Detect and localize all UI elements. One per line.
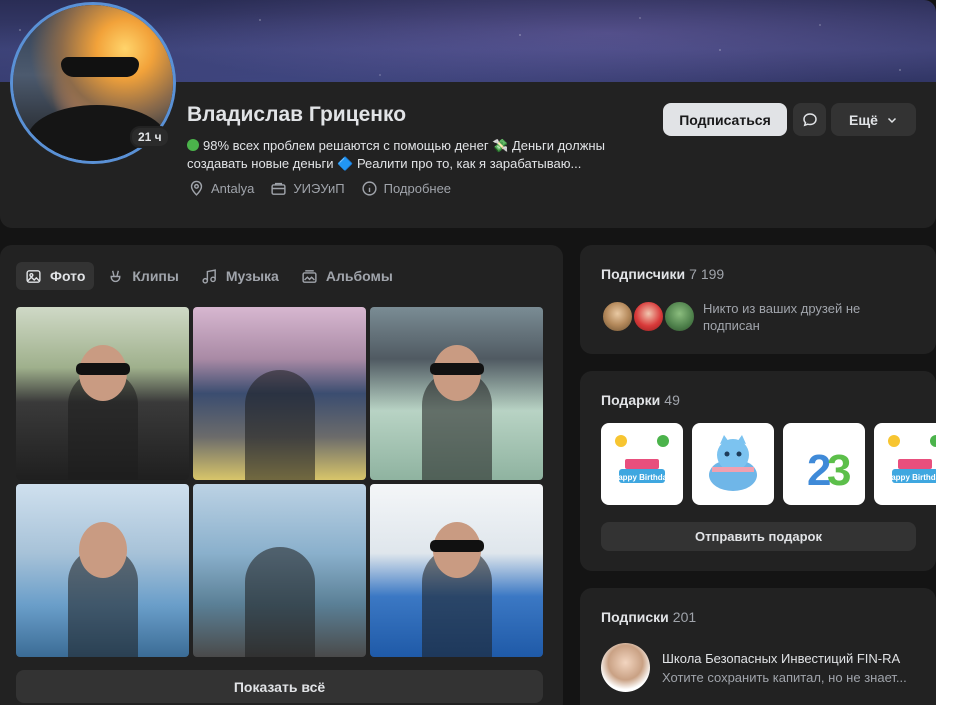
meta-more-label: Подробнее (383, 181, 452, 196)
gift-item-text: Happy Birthday (612, 473, 672, 482)
chat-bubble-icon (802, 112, 817, 126)
photo-grid (16, 307, 543, 657)
avatar[interactable] (601, 643, 650, 692)
subscription-name[interactable]: Школа Безопасных Инвестиций FIN-RA (662, 651, 917, 666)
followers-title-label: Подписчики (601, 266, 686, 282)
followers-title[interactable]: Подписчики 7 199 (601, 266, 724, 282)
subscriptions-card: Подписки 201 Школа Безопасных Инвестиций … (580, 588, 936, 705)
tab-clips-label: Клипы (132, 268, 179, 284)
avatar[interactable] (663, 300, 696, 333)
albums-icon (302, 269, 317, 283)
info-icon (362, 181, 377, 196)
more-button[interactable]: Ещё (831, 103, 916, 136)
gift-item[interactable]: 2 3 (783, 423, 865, 505)
tab-music[interactable]: Музыка (192, 262, 288, 290)
location-pin-icon (190, 180, 203, 196)
message-button[interactable] (793, 103, 826, 136)
media-tabs: Фото Клипы Музыка Альбомы (16, 262, 402, 290)
status-line-1: 98% всех проблем решаются с помощью дене… (203, 138, 605, 153)
online-badge: 21 ч (130, 126, 170, 148)
chevron-down-icon (887, 117, 896, 123)
subscriptions-title[interactable]: Подписки 201 (601, 609, 696, 625)
briefcase-icon (271, 182, 286, 195)
tab-photos[interactable]: Фото (16, 262, 95, 290)
gift-item[interactable]: Happy Birthday (601, 423, 683, 505)
page-gutter (936, 0, 974, 705)
blue-cat-icon (709, 435, 757, 491)
gift-item-text: Happy Birthday (885, 473, 936, 482)
birthday-cake-icon: Happy Birthday (885, 435, 936, 483)
meta-work[interactable]: УИЭУиП (270, 180, 345, 197)
number-23-icon: 2 3 (807, 446, 851, 495)
subscribe-button[interactable]: Подписаться (663, 103, 787, 136)
gift-item[interactable] (692, 423, 774, 505)
subscription-item[interactable]: Школа Безопасных Инвестиций FIN-RA Хотит… (601, 643, 917, 692)
tab-photos-label: Фото (50, 268, 86, 284)
meta-city[interactable]: Antalya (188, 180, 254, 197)
green-dot-icon (187, 139, 199, 151)
photo-glasses (429, 363, 484, 375)
photo-thumbnail[interactable] (370, 307, 543, 480)
birthday-cake-icon: Happy Birthday (612, 435, 672, 483)
clips-icon (110, 270, 121, 282)
tab-albums-label: Альбомы (325, 268, 393, 284)
show-all-button[interactable]: Показать всё (16, 670, 543, 703)
photo-figure (244, 370, 315, 480)
send-gift-button[interactable]: Отправить подарок (601, 522, 916, 551)
svg-text:3: 3 (827, 446, 851, 495)
photo-goggles (429, 540, 484, 552)
avatar-sunglasses (61, 57, 139, 77)
subscriptions-count: 201 (672, 609, 697, 625)
status-line-2: создавать новые деньги 🔷 Реалити про то,… (187, 156, 582, 171)
meta-more[interactable]: Подробнее (361, 180, 451, 197)
gifts-card: Подарки 49 Happy Birthday 2 3 Happy Birt… (580, 371, 936, 571)
avatar[interactable] (601, 300, 634, 333)
image-icon (26, 269, 41, 283)
profile-status[interactable]: 98% всех проблем решаются с помощью дене… (187, 137, 647, 173)
profile-meta: Antalya УИЭУиП Подробнее (188, 180, 451, 197)
photo-thumbnail[interactable] (16, 484, 189, 657)
tab-music-label: Музыка (225, 268, 279, 284)
tab-clips[interactable]: Клипы (98, 262, 187, 290)
photo-thumbnail[interactable] (193, 484, 366, 657)
more-button-label: Ещё (849, 111, 878, 128)
follower-avatars (601, 300, 696, 333)
followers-count: 7 199 (689, 266, 725, 282)
photo-figure (244, 547, 315, 657)
tab-albums[interactable]: Альбомы (292, 262, 402, 290)
avatar[interactable] (632, 300, 665, 333)
gift-list: Happy Birthday 2 3 Happy Birthda (601, 423, 936, 505)
photo-head (78, 522, 127, 578)
followers-card: Подписчики 7 199 Никто из ваших друзей не… (580, 245, 936, 354)
gifts-count: 49 (664, 392, 680, 408)
meta-work-label: УИЭУиП (293, 181, 345, 196)
photo-thumbnail[interactable] (193, 307, 366, 480)
profile-name: Владислав Гриценко (187, 103, 407, 126)
music-icon (202, 268, 216, 284)
photo-thumbnail[interactable] (370, 484, 543, 657)
followers-note: Никто из ваших друзей не подписан (703, 301, 861, 333)
subscriptions-title-label: Подписки (601, 609, 669, 625)
photo-glasses (75, 363, 130, 375)
gifts-title[interactable]: Подарки 49 (601, 392, 680, 408)
photo-thumbnail[interactable] (16, 307, 189, 480)
gift-item[interactable]: Happy Birthday (874, 423, 936, 505)
meta-city-label: Antalya (211, 181, 255, 196)
subscription-text: Школа Безопасных Инвестиций FIN-RA Хотит… (662, 643, 917, 692)
subscription-desc: Хотите сохранить капитал, но не знает... (662, 670, 907, 685)
gifts-title-label: Подарки (601, 392, 661, 408)
